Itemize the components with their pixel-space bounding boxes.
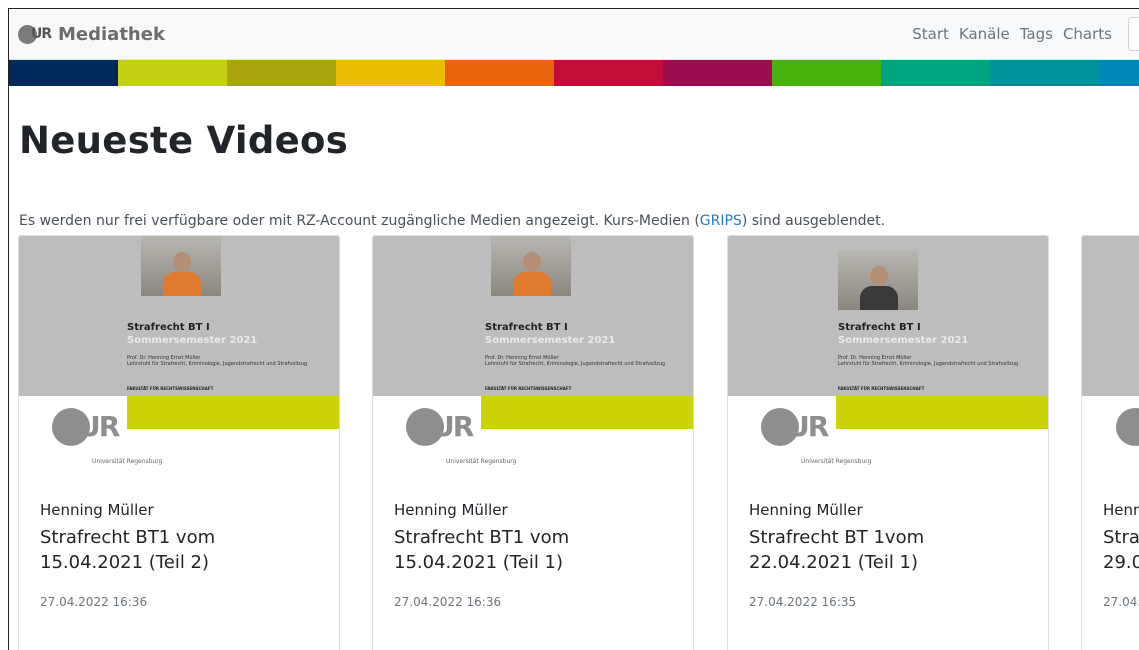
grips-link[interactable]: GRIPS (700, 213, 742, 229)
webcam-image (141, 236, 221, 296)
slide-title: Strafrecht BT I (127, 322, 210, 333)
slide-professor: Prof. Dr. Henning Ernst Müller Lehrstuhl … (127, 355, 308, 367)
navbar: UR Mediathek Start Kanäle Tags Charts (9, 9, 1139, 60)
video-thumbnail[interactable]: Strafrecht BT I Sommersemester 2021 Prof… (728, 236, 1048, 465)
nav-link-charts[interactable]: Charts (1063, 25, 1112, 43)
slide-faculty: FAKULTÄT FÜR RECHTSWISSENSCHAFT (127, 386, 214, 391)
brand-name: Mediathek (58, 23, 165, 45)
ur-logo-icon: UR (18, 23, 54, 45)
video-card[interactable]: Strafrecht BT I Sommersemester 2021 Prof… (18, 235, 340, 650)
info-text-before: Es werden nur frei verfügbare oder mit R… (19, 213, 700, 229)
video-title[interactable]: Strafrecht BT1 vom 15.04.2021 (Teil 1) (394, 525, 674, 575)
slide-faculty: FAKULTÄT FÜR RECHTSWISSENSCHAFT (485, 386, 572, 391)
video-thumbnail[interactable]: Strafrecht BT I Sommersemester 2021 Prof… (373, 236, 693, 465)
nav-links: Start Kanäle Tags Charts (902, 9, 1112, 59)
video-author: Henn (1103, 501, 1139, 519)
video-card[interactable]: Henn Stra 29.0 27.04. (1081, 235, 1139, 650)
video-card[interactable]: Strafrecht BT I Sommersemester 2021 Prof… (727, 235, 1049, 650)
ur-logo: UR (761, 408, 829, 458)
slide-professor: Prof. Dr. Henning Ernst Müller Lehrstuhl … (485, 355, 666, 367)
slide-semester: Sommersemester 2021 (838, 335, 969, 346)
video-date: 27.04. (1103, 595, 1139, 609)
brand-link[interactable]: UR Mediathek (18, 23, 165, 45)
slide-title: Strafrecht BT I (838, 322, 921, 333)
color-stripe-1 (9, 60, 118, 86)
info-text-after: ) sind ausgeblendet. (741, 213, 886, 229)
video-date: 27.04.2022 16:36 (394, 595, 502, 609)
browser-viewport: UR Mediathek Start Kanäle Tags Charts Ne… (8, 8, 1139, 650)
color-stripe-11 (1099, 60, 1139, 86)
video-title[interactable]: Strafrecht BT 1vom 22.04.2021 (Teil 1) (749, 525, 1029, 575)
university-name: Universität Regensburg (801, 458, 872, 465)
color-stripe-7 (663, 60, 772, 86)
video-author: Henning Müller (40, 501, 154, 519)
nav-link-tags[interactable]: Tags (1020, 25, 1053, 43)
webcam-image (491, 236, 571, 296)
slide-semester: Sommersemester 2021 (127, 335, 258, 346)
video-title[interactable]: Strafrecht BT1 vom 15.04.2021 (Teil 2) (40, 525, 320, 575)
video-author: Henning Müller (749, 501, 863, 519)
ur-logo: UR (52, 408, 120, 458)
page-title: Neueste Videos (19, 119, 349, 162)
color-stripe-4 (336, 60, 445, 86)
nav-link-start[interactable]: Start (912, 25, 949, 43)
university-name: Universität Regensburg (92, 458, 163, 465)
ur-logo: UR (406, 408, 474, 458)
video-author: Henning Müller (394, 501, 508, 519)
slide-faculty: FAKULTÄT FÜR RECHTSWISSENSCHAFT (838, 386, 925, 391)
slide-title: Strafrecht BT I (485, 322, 568, 333)
slide-semester: Sommersemester 2021 (485, 335, 616, 346)
color-stripe-10 (990, 60, 1099, 86)
video-date: 27.04.2022 16:35 (749, 595, 857, 609)
ur-logo (1116, 408, 1139, 458)
nav-link-kanaele[interactable]: Kanäle (959, 25, 1010, 43)
webcam-image (838, 250, 918, 310)
color-stripe-2 (118, 60, 227, 86)
university-name: Universität Regensburg (446, 458, 517, 465)
color-stripe-3 (227, 60, 336, 86)
video-card[interactable]: Strafrecht BT I Sommersemester 2021 Prof… (372, 235, 694, 650)
search-input[interactable] (1128, 17, 1139, 51)
color-stripe-bar (9, 60, 1139, 86)
color-stripe-5 (445, 60, 554, 86)
info-text: Es werden nur frei verfügbare oder mit R… (19, 213, 885, 229)
slide-professor: Prof. Dr. Henning Ernst Müller Lehrstuhl … (838, 355, 1019, 367)
video-thumbnail[interactable] (1082, 236, 1139, 464)
video-date: 27.04.2022 16:36 (40, 595, 148, 609)
video-thumbnail[interactable]: Strafrecht BT I Sommersemester 2021 Prof… (19, 236, 339, 465)
color-stripe-6 (554, 60, 663, 86)
color-stripe-9 (881, 60, 990, 86)
video-title[interactable]: Stra 29.0 (1103, 525, 1139, 575)
color-stripe-8 (772, 60, 881, 86)
